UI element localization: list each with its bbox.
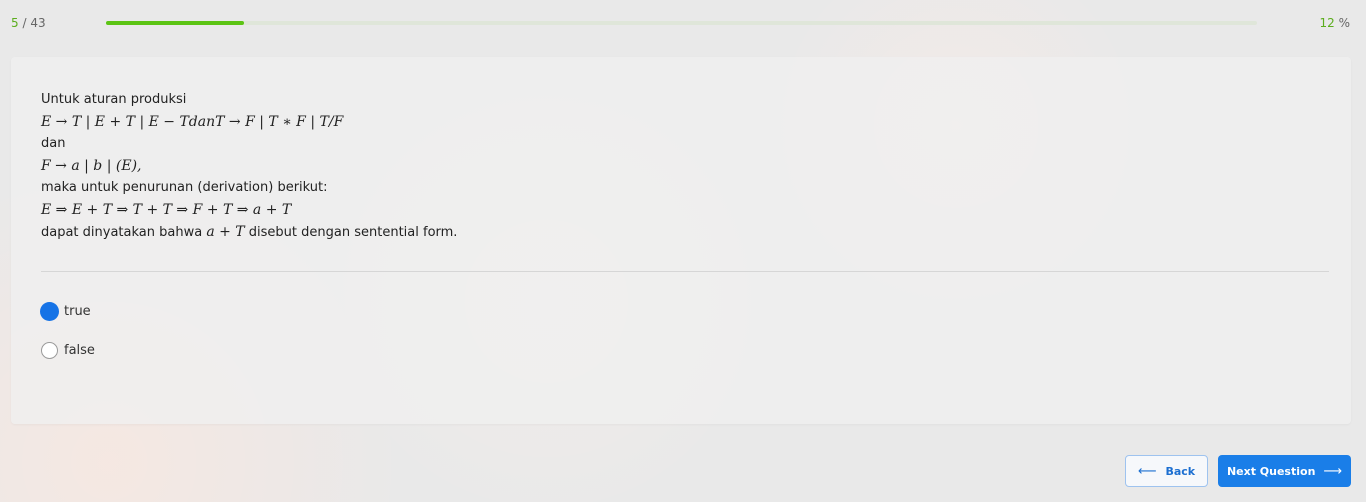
arrow-left-icon: ⟵ (1137, 463, 1157, 479)
current-question-number: 5 (11, 16, 19, 30)
progress-percent: 12 % (1319, 16, 1350, 30)
radio-selected-icon[interactable] (40, 301, 59, 321)
arrow-right-icon: ⟶ (1323, 463, 1343, 479)
question-counter: 5 / 43 (11, 16, 46, 30)
question-conjunction: dan (41, 136, 66, 151)
progress-bar (106, 21, 1257, 25)
question-conclusion: dapat dinyatakan bahwa a + T disebut den… (41, 221, 457, 244)
progress-percent-value: 12 (1319, 16, 1335, 30)
back-button[interactable]: ⟵ Back (1125, 455, 1208, 487)
conclusion-suffix: disebut dengan sentential form. (244, 225, 458, 240)
production-rule-2: F → a | b | (E), (41, 158, 142, 174)
next-question-button-label: Next Question (1226, 464, 1316, 478)
question-text: Untuk aturan produksi E → T | E + T | E … (41, 89, 457, 244)
derivation-sequence: E ⇒ E + T ⇒ T + T ⇒ F + T ⇒ a + T (41, 202, 292, 218)
conclusion-prefix: dapat dinyatakan bahwa (41, 225, 207, 240)
progress-percent-symbol: % (1338, 16, 1350, 30)
answer-option-true[interactable]: true (40, 301, 91, 321)
back-button-label: Back (1165, 464, 1196, 478)
derivation-intro: maka untuk penurunan (derivation) beriku… (41, 180, 328, 195)
question-card: Untuk aturan produksi E → T | E + T | E … (11, 57, 1351, 424)
answer-option-false[interactable]: false (41, 340, 95, 360)
total-questions: 43 (30, 16, 46, 30)
radio-unselected-icon[interactable] (41, 341, 58, 359)
question-divider (41, 271, 1329, 272)
answer-option-label: false (64, 342, 95, 358)
answer-option-label: true (64, 303, 91, 319)
next-question-button[interactable]: Next Question ⟶ (1218, 455, 1351, 487)
quiz-header: 5 / 43 12 % (0, 0, 1366, 46)
progress-bar-fill (106, 21, 245, 25)
conclusion-math: a + T (206, 224, 245, 240)
question-intro: Untuk aturan produksi (41, 92, 187, 107)
production-rule-1: E → T | E + T | E − TdanT → F | T ∗ F | … (41, 114, 344, 130)
